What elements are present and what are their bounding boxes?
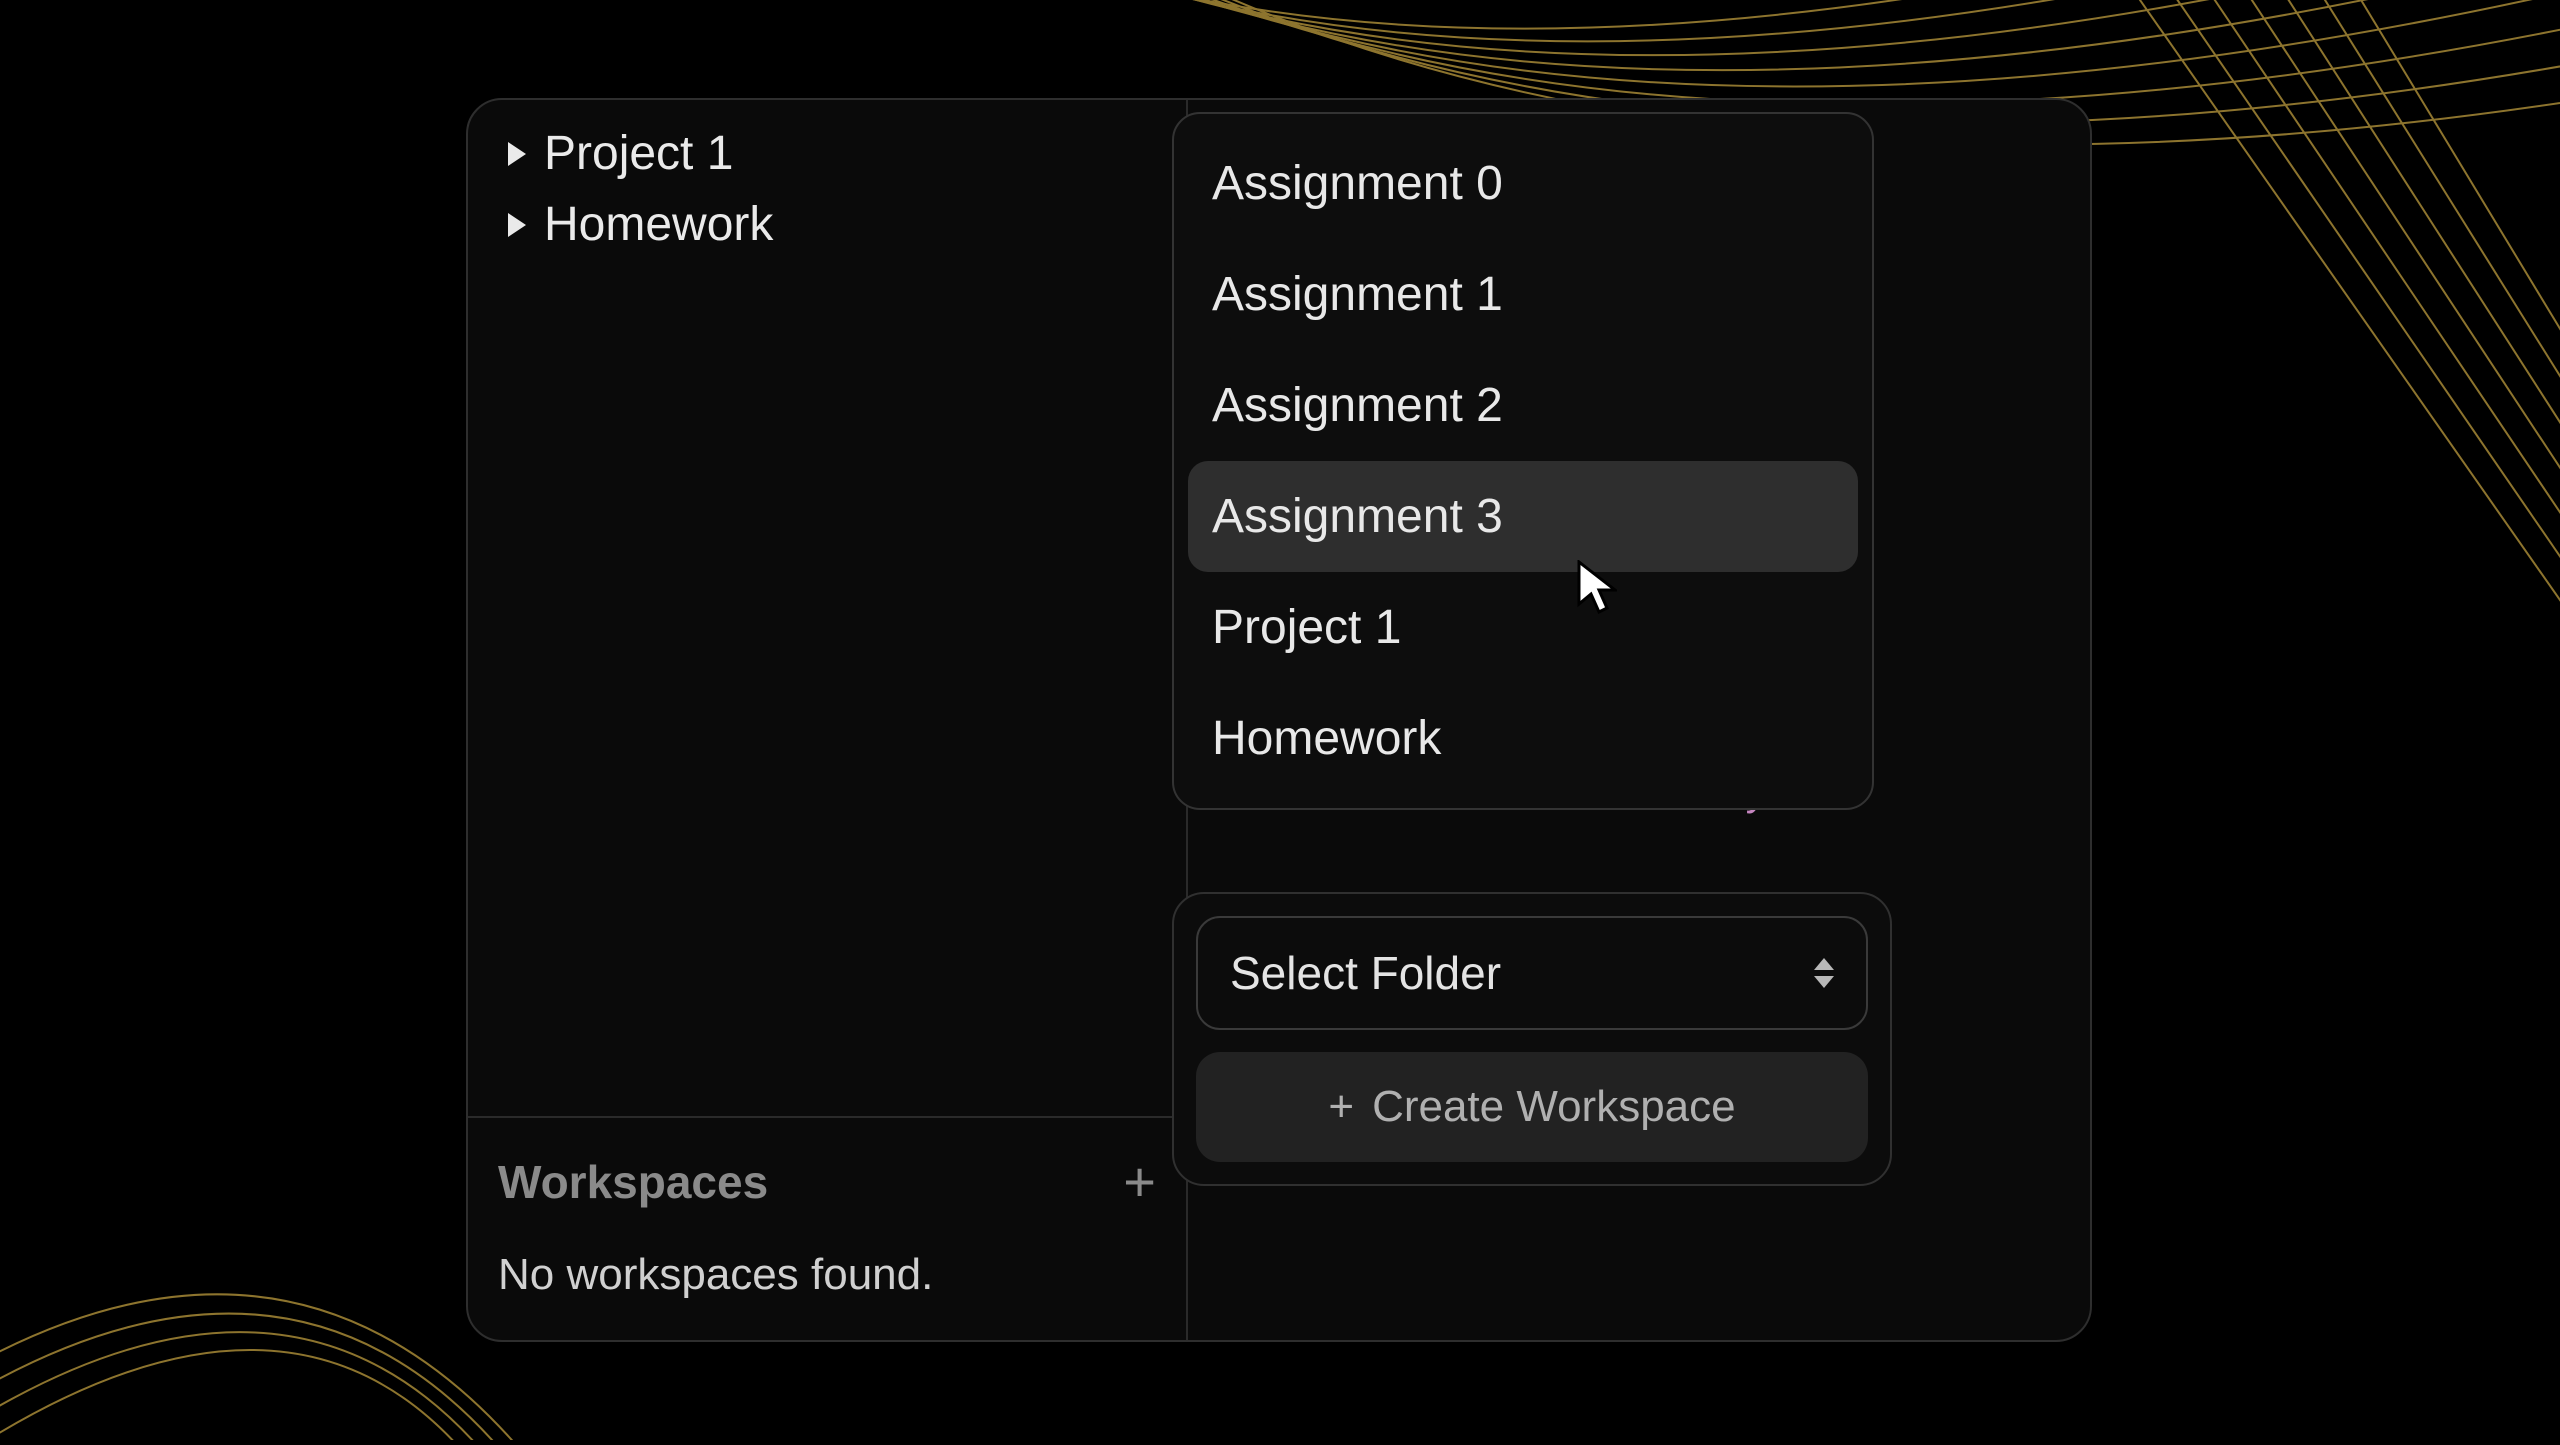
editor-line xyxy=(1668,829,2090,900)
select-folder-label: Select Folder xyxy=(1230,946,1501,1000)
plus-icon: + xyxy=(1328,1082,1354,1132)
add-workspace-button[interactable]: + xyxy=(1123,1154,1156,1210)
dropdown-item[interactable]: Assignment 1 xyxy=(1188,239,1858,350)
dropdown-item[interactable]: Assignment 3 xyxy=(1188,461,1858,572)
chevron-right-icon xyxy=(508,142,526,166)
workspaces-title: Workspaces xyxy=(498,1155,768,1209)
dropdown-item[interactable]: Project 1 xyxy=(1188,572,1858,683)
sidebar: Project 1 Homework Workspaces + No works… xyxy=(468,100,1188,1340)
workspaces-header: Workspaces + xyxy=(498,1154,1156,1210)
folder-dropdown: Assignment 0Assignment 1Assignment 2Assi… xyxy=(1172,112,1874,810)
tree-item-label: Homework xyxy=(544,197,773,252)
updown-caret-icon xyxy=(1814,958,1834,988)
tree-item-label: Project 1 xyxy=(544,126,733,181)
dropdown-item[interactable]: Assignment 2 xyxy=(1188,350,1858,461)
folder-dropdown-list: Assignment 0Assignment 1Assignment 2Assi… xyxy=(1172,112,1874,810)
tree-item-project-1[interactable]: Project 1 xyxy=(468,118,1186,189)
create-workspace-panel: Select Folder + Create Workspace xyxy=(1172,892,1892,1186)
tree-item-homework[interactable]: Homework xyxy=(468,189,1186,260)
create-workspace-label: Create Workspace xyxy=(1372,1082,1736,1132)
sidebar-workspaces-section: Workspaces + No workspaces found. xyxy=(468,1116,1186,1340)
sidebar-file-tree: Project 1 Homework xyxy=(468,100,1186,1116)
dropdown-item[interactable]: Assignment 0 xyxy=(1188,128,1858,239)
create-workspace-button[interactable]: + Create Workspace xyxy=(1196,1052,1868,1162)
dropdown-item[interactable]: Homework xyxy=(1188,683,1858,794)
chevron-right-icon xyxy=(508,213,526,237)
workspaces-empty-text: No workspaces found. xyxy=(498,1250,1156,1300)
select-folder-dropdown[interactable]: Select Folder xyxy=(1196,916,1868,1030)
